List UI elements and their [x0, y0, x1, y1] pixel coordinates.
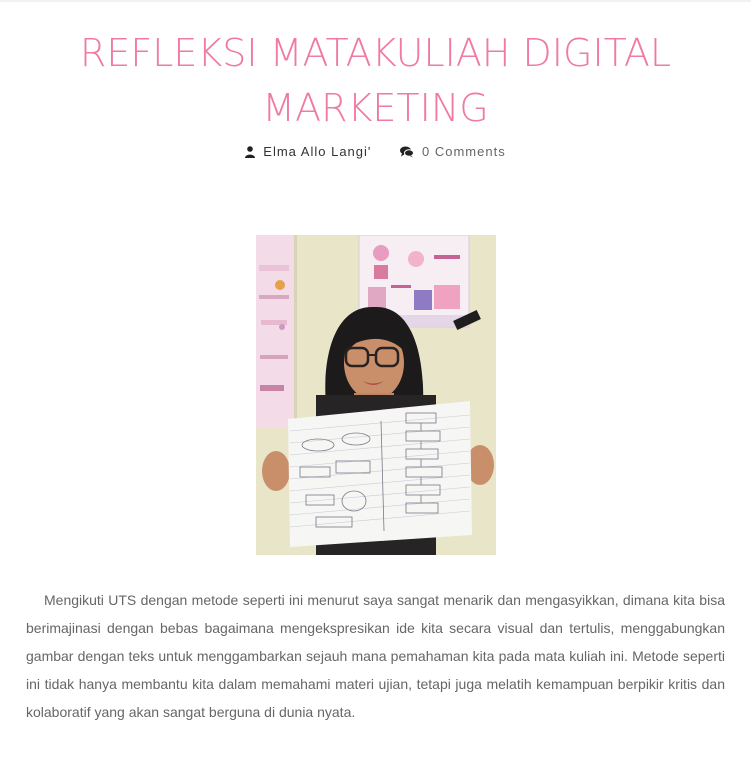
post-meta: Elma Allo Langi' 0 Comments	[0, 144, 751, 161]
post-comments-count[interactable]: 0 Comments	[422, 144, 506, 159]
post-image	[256, 235, 496, 555]
post-author[interactable]: Elma Allo Langi'	[245, 144, 371, 159]
header-divider	[0, 0, 751, 2]
post-photo	[256, 235, 496, 555]
post-title-line-1: REFLEKSI MATAKULIAH DIGITAL	[79, 31, 672, 75]
post-author-name[interactable]: Elma Allo Langi'	[263, 144, 371, 159]
user-icon	[245, 145, 256, 158]
comments-icon	[400, 146, 414, 157]
post-comments[interactable]: 0 Comments	[400, 144, 506, 159]
post-body: Mengikuti UTS dengan metode seperti ini …	[26, 592, 725, 720]
post-title-line-2: MARKETING	[262, 86, 489, 130]
post-title: REFLEKSI MATAKULIAH DIGITAL MARKETING	[0, 26, 751, 136]
